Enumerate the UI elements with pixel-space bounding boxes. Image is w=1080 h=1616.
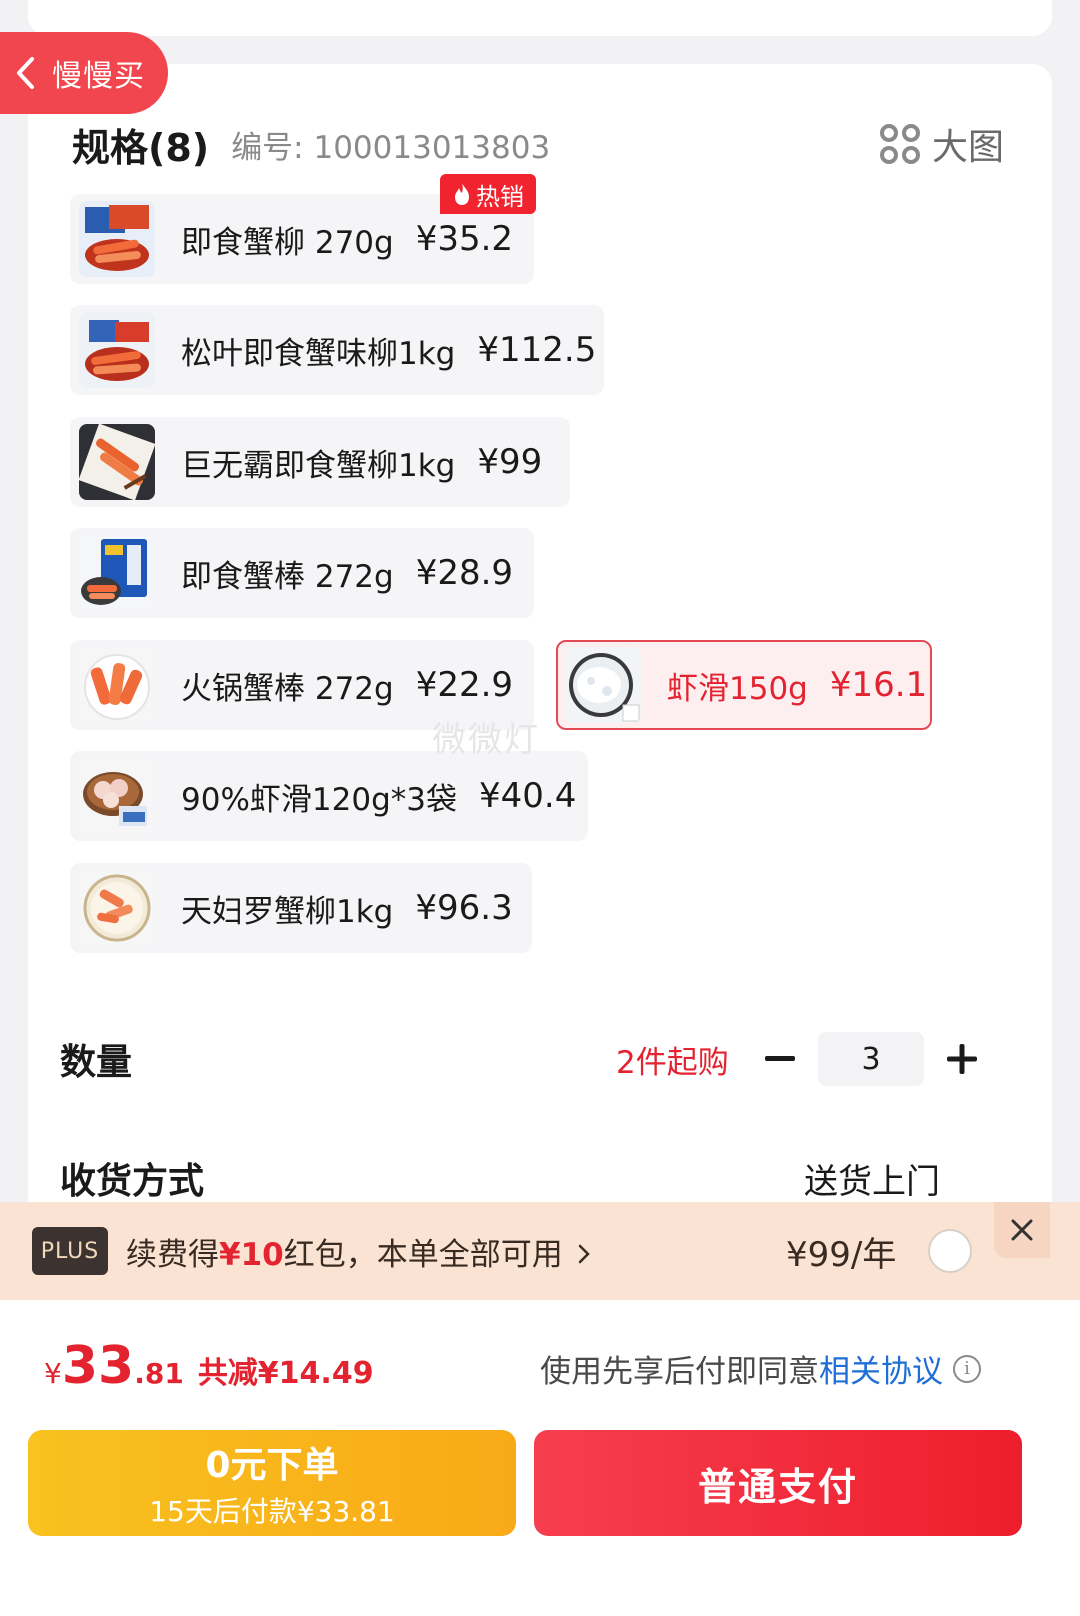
quantity-row: 数量 2件起购 3 xyxy=(60,1024,990,1094)
option-price: ¥112.5 xyxy=(477,330,597,370)
flame-icon xyxy=(452,182,472,206)
product-thumbnail xyxy=(79,758,155,834)
chevron-left-icon xyxy=(14,53,44,93)
pay-later-button[interactable]: 0元下单 15天后付款¥33.81 xyxy=(28,1430,516,1536)
option-price: ¥16.1 xyxy=(829,665,928,705)
option-price: ¥35.2 xyxy=(415,219,514,259)
spec-option-tempura-crab-1kg[interactable]: 天妇罗蟹柳1kg ¥96.3 xyxy=(70,863,532,953)
option-price: ¥40.4 xyxy=(478,776,577,816)
normal-pay-button[interactable]: 普通支付 xyxy=(534,1430,1022,1536)
decrease-quantity-button[interactable] xyxy=(762,1041,798,1077)
quantity-title: 数量 xyxy=(60,1042,133,1083)
spec-option-shrimp-paste-150g[interactable]: 虾滑150g ¥16.1 xyxy=(556,640,932,730)
plus-promo-text: 续费得¥10红包，本单全部可用 xyxy=(126,1229,591,1274)
plus-badge: PLUS xyxy=(32,1227,108,1275)
grid-view-icon xyxy=(879,124,920,164)
product-thumbnail xyxy=(79,870,155,946)
option-label: 巨无霸即食蟹柳1kg xyxy=(181,447,456,484)
watermark: 微微灯 xyxy=(432,720,540,760)
hot-sale-badge: 热销 xyxy=(440,174,536,214)
option-label: 90%虾滑120g*3袋 xyxy=(181,781,457,818)
product-thumbnail xyxy=(79,535,155,611)
plus-text-highlight: ¥10 xyxy=(219,1236,284,1273)
product-thumbnail xyxy=(79,424,155,500)
back-label: 慢慢买 xyxy=(52,59,145,94)
total-decimal: .81 xyxy=(134,1357,184,1390)
back-button[interactable]: 慢慢买 xyxy=(0,32,168,114)
checkout-panel: ¥ 33 .81 共减¥14.49 使用先享后付即同意 相关协议 i 0元下单 … xyxy=(0,1300,1080,1616)
chevron-right-icon xyxy=(577,1237,591,1273)
quantity-input[interactable]: 3 xyxy=(818,1032,924,1086)
spec-title: 规格(8) xyxy=(72,125,210,170)
big-picture-label: 大图 xyxy=(931,127,1004,168)
plus-select-radio[interactable] xyxy=(928,1229,972,1273)
discount-amount: 共减¥14.49 xyxy=(197,1356,374,1391)
product-thumbnail xyxy=(79,312,155,388)
spec-option-matsuba-crab-1kg[interactable]: 松叶即食蟹味柳1kg ¥112.5 xyxy=(70,305,604,395)
big-picture-toggle[interactable]: 大图 xyxy=(879,118,1004,170)
plus-price: ¥99/年 xyxy=(786,1234,897,1275)
close-icon[interactable] xyxy=(994,1202,1050,1258)
product-thumbnail xyxy=(565,647,641,723)
option-price: ¥96.3 xyxy=(415,888,513,928)
info-icon[interactable]: i xyxy=(953,1354,981,1383)
delivery-title: 收货方式 xyxy=(60,1161,205,1202)
product-code: 编号: 100013013803 xyxy=(231,129,551,166)
currency-symbol: ¥ xyxy=(44,1357,62,1390)
plus-text-before: 续费得 xyxy=(126,1236,219,1273)
hot-badge-label: 热销 xyxy=(476,182,524,211)
product-thumbnail xyxy=(79,201,155,277)
option-label: 松叶即食蟹味柳1kg xyxy=(181,335,456,372)
option-price: ¥22.9 xyxy=(415,665,514,705)
spec-option-jumbo-crab-1kg[interactable]: 巨无霸即食蟹柳1kg ¥99 xyxy=(70,417,570,507)
agreement-text: 使用先享后付即同意 xyxy=(540,1354,819,1390)
option-label: 即食蟹柳 270g xyxy=(181,224,394,261)
option-price: ¥28.9 xyxy=(415,553,514,593)
option-label: 天妇罗蟹柳1kg xyxy=(181,893,394,930)
minimum-purchase-note: 2件起购 xyxy=(616,1044,729,1081)
spec-option-crab-bar-272g[interactable]: 即食蟹棒 272g ¥28.9 xyxy=(70,528,534,618)
spec-option-shrimp-paste-120g-x3[interactable]: 90%虾滑120g*3袋 ¥40.4 xyxy=(70,751,588,841)
option-label: 火锅蟹棒 272g xyxy=(181,670,394,707)
plus-membership-banner[interactable]: PLUS 续费得¥10红包，本单全部可用 ¥99/年 xyxy=(0,1202,1080,1300)
agreement-link[interactable]: 相关协议 xyxy=(819,1346,943,1391)
option-label: 即食蟹棒 272g xyxy=(181,558,394,595)
product-thumbnail xyxy=(79,647,155,723)
delivery-value: 送货上门 xyxy=(804,1161,940,1202)
option-label: 虾滑150g xyxy=(667,670,808,707)
pay-later-main-label: 0元下单 xyxy=(205,1445,339,1486)
total-integer: 33 xyxy=(61,1336,135,1396)
plus-text-after: 红包，本单全部可用 xyxy=(283,1236,563,1273)
agreement-notice: 使用先享后付即同意 相关协议 i xyxy=(540,1346,981,1391)
spec-header: 规格(8) 编号: 100013013803 大图 xyxy=(72,118,1012,170)
pay-later-sub-label: 15天后付款¥33.81 xyxy=(149,1495,395,1528)
delivery-method-row[interactable]: 收货方式 送货上门 xyxy=(60,1150,940,1206)
previous-card xyxy=(28,0,1052,36)
option-price: ¥99 xyxy=(477,442,543,482)
increase-quantity-button[interactable] xyxy=(944,1041,980,1077)
total-price: ¥ 33 .81 共减¥14.49 xyxy=(44,1336,374,1396)
